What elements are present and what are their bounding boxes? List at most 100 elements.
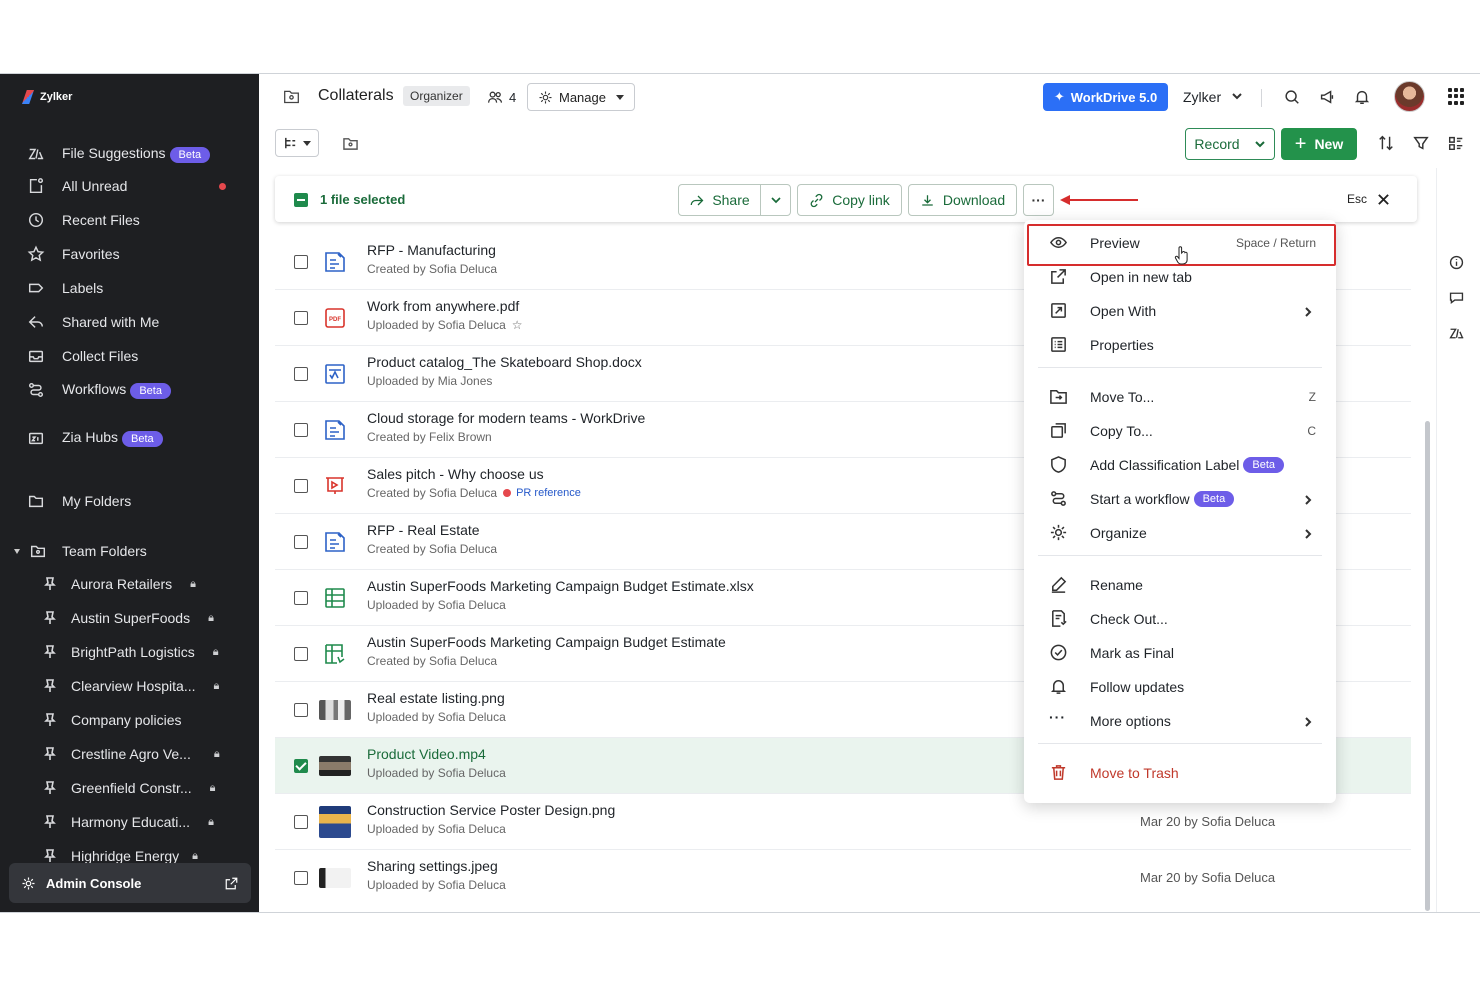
file-name[interactable]: Sales pitch - Why choose us [367, 466, 544, 482]
view-options-icon[interactable] [1447, 134, 1465, 157]
team-folder-item[interactable]: Company policies [42, 709, 182, 731]
menu-item-follow-updates[interactable]: Follow updates [1024, 672, 1336, 702]
menu-item-properties[interactable]: Properties [1024, 330, 1336, 360]
gear-icon [22, 877, 35, 889]
manage-dropdown[interactable]: Manage [527, 83, 635, 111]
row-checkbox[interactable] [294, 591, 308, 605]
admin-console-button[interactable]: Admin Console [9, 863, 251, 903]
favorite-star-icon[interactable]: ☆ [512, 318, 523, 332]
menu-item-open-new-tab[interactable]: Open in new tab [1024, 262, 1336, 292]
comments-icon[interactable] [1448, 289, 1465, 311]
team-folder-item[interactable]: Crestline Agro Ve... 🔒︎ [42, 743, 220, 765]
team-folder-item[interactable]: Aurora Retailers 🔒︎ [42, 573, 196, 595]
sidebar-item-recent-files[interactable]: Recent Files [26, 208, 140, 232]
sidebar-item-zia-hubs[interactable]: Zia Hubs Beta [26, 426, 163, 450]
row-checkbox[interactable] [294, 703, 308, 717]
menu-item-move-to-trash[interactable]: Move to Trash [1024, 758, 1336, 788]
table-row[interactable]: Sharing settings.jpeg Uploaded by Sofia … [275, 850, 1411, 906]
sidebar-item-labels[interactable]: Labels [26, 276, 103, 300]
file-name[interactable]: Product catalog_The Skateboard Shop.docx [367, 354, 642, 370]
sidebar-item-file-suggestions[interactable]: File Suggestions Beta [26, 142, 211, 166]
sidebar-item-shared-with-me[interactable]: Shared with Me [26, 310, 159, 334]
file-name[interactable]: Cloud storage for modern teams - WorkDri… [367, 410, 645, 426]
app-grid-icon[interactable] [1448, 88, 1465, 105]
menu-item-copy-to[interactable]: Copy To... C [1024, 416, 1336, 446]
row-checkbox[interactable] [294, 647, 308, 661]
row-checkbox[interactable] [294, 255, 308, 269]
menu-item-start-workflow[interactable]: Start a workflow Beta [1024, 484, 1336, 514]
team-folder-item[interactable]: Clearview Hospita... 🔒︎ [42, 675, 219, 697]
sidebar-item-my-folders[interactable]: My Folders [26, 489, 131, 513]
menu-item-move-to[interactable]: Move To... Z [1024, 382, 1336, 412]
file-name[interactable]: RFP - Real Estate [367, 522, 480, 538]
share-button[interactable]: Share [678, 184, 761, 216]
select-all-checkbox[interactable] [294, 193, 308, 207]
tree-view-toggle[interactable] [275, 129, 319, 157]
row-checkbox[interactable] [294, 311, 308, 325]
sidebar-item-label: Collect Files [62, 348, 139, 364]
team-folder-item[interactable]: Austin SuperFoods 🔒︎ [42, 607, 214, 629]
file-name[interactable]: Austin SuperFoods Marketing Campaign Bud… [367, 634, 726, 650]
label-icon [26, 278, 46, 298]
zia-icon[interactable] [1448, 325, 1465, 347]
role-tag: Organizer [403, 86, 470, 106]
sidebar-item-collect-files[interactable]: Collect Files [26, 344, 138, 368]
row-checkbox[interactable] [294, 423, 308, 437]
row-checkbox[interactable] [294, 367, 308, 381]
menu-item-classification-label[interactable]: Add Classification Label Beta [1024, 450, 1336, 480]
download-button[interactable]: Download [908, 184, 1017, 216]
file-name[interactable]: Construction Service Poster Design.png [367, 802, 615, 818]
caret-down-icon[interactable] [14, 548, 20, 554]
file-name[interactable]: Product Video.mp4 [367, 746, 486, 762]
file-meta-text: Uploaded by Sofia Deluca [367, 766, 506, 780]
menu-item-mark-final[interactable]: Mark as Final [1024, 638, 1336, 668]
menu-item-open-with[interactable]: Open With [1024, 296, 1336, 326]
sidebar-item-workflows[interactable]: Workflows Beta [26, 378, 171, 402]
menu-item-more-options[interactable]: ··· More options [1024, 706, 1336, 736]
file-name[interactable]: Real estate listing.png [367, 690, 505, 706]
org-switcher[interactable]: Zylker [1183, 89, 1243, 105]
filter-icon[interactable] [1412, 134, 1430, 157]
external-link-icon[interactable] [224, 876, 239, 891]
menu-item-organize[interactable]: Organize [1024, 518, 1336, 548]
menu-item-check-out[interactable]: Check Out... [1024, 604, 1336, 634]
record-button[interactable]: Record [1185, 128, 1275, 160]
brand[interactable]: Zylker [22, 90, 72, 104]
row-checkbox[interactable] [294, 759, 308, 773]
row-checkbox[interactable] [294, 871, 308, 885]
workdrive-version-button[interactable]: ✦ WorkDrive 5.0 [1043, 83, 1168, 111]
copy-link-button[interactable]: Copy link [797, 184, 902, 216]
menu-item-label: Move to Trash [1090, 765, 1179, 781]
search-icon[interactable] [1283, 88, 1301, 106]
scrollbar[interactable] [1425, 421, 1430, 911]
sidebar-item-favorites[interactable]: Favorites [26, 242, 120, 266]
row-checkbox[interactable] [294, 535, 308, 549]
menu-item-rename[interactable]: Rename [1024, 570, 1336, 600]
team-folder-item[interactable]: Harmony Educati... 🔒︎ [42, 811, 214, 833]
team-folder-item[interactable]: BrightPath Logistics 🔒︎ [42, 641, 219, 663]
file-name[interactable]: Work from anywhere.pdf [367, 298, 519, 314]
tree-icon [285, 137, 296, 148]
avatar[interactable] [1394, 81, 1425, 112]
row-checkbox[interactable] [294, 479, 308, 493]
row-checkbox[interactable] [294, 815, 308, 829]
sidebar-item-all-unread[interactable]: All Unread [26, 174, 127, 198]
announcement-icon[interactable] [1318, 88, 1336, 106]
share-options-dropdown[interactable] [760, 184, 791, 216]
file-label-badge[interactable]: PR reference [503, 487, 581, 499]
new-button[interactable]: + New [1281, 128, 1357, 160]
video-thumb [319, 756, 351, 776]
file-name[interactable]: Austin SuperFoods Marketing Campaign Bud… [367, 578, 754, 594]
info-icon[interactable] [1448, 254, 1465, 276]
file-name[interactable]: Sharing settings.jpeg [367, 858, 498, 874]
sidebar-item-team-folders[interactable]: Team Folders [14, 539, 147, 563]
pin-icon [44, 611, 56, 624]
bell-icon[interactable] [1353, 88, 1371, 106]
file-name[interactable]: RFP - Manufacturing [367, 242, 496, 258]
more-actions-button[interactable]: ··· [1023, 184, 1054, 216]
sort-icon[interactable] [1377, 134, 1395, 157]
members-button[interactable]: 4 [487, 89, 516, 105]
esc-close-button[interactable]: Esc [1347, 192, 1390, 206]
team-folder-item[interactable]: Greenfield Constr... 🔒︎ [42, 777, 215, 799]
folder-info-icon[interactable] [343, 136, 358, 156]
